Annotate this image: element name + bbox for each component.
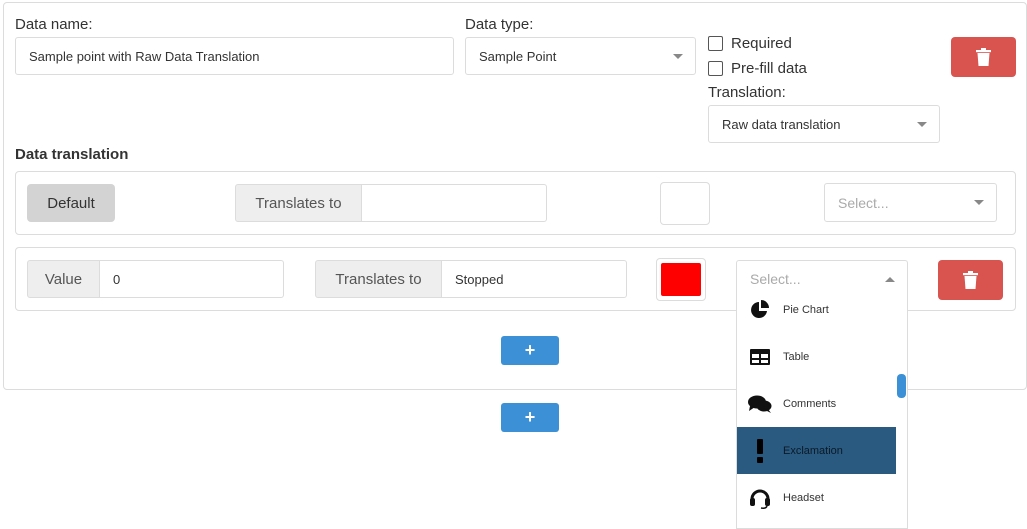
icon-option-label: Pie Chart xyxy=(783,303,829,316)
translates-to-addon: Translates to xyxy=(235,184,362,222)
icon-option-label: Comments xyxy=(783,397,837,410)
value-icon-select[interactable]: Select... xyxy=(736,260,908,298)
value-input[interactable]: 0 xyxy=(99,260,284,298)
comments-icon xyxy=(737,394,783,414)
icon-option-pie-chart[interactable]: Pie Chart xyxy=(737,296,896,333)
icon-option-comments[interactable]: Comments xyxy=(737,380,896,427)
prefill-checkbox-box[interactable] xyxy=(708,61,723,76)
headset-icon xyxy=(737,487,783,509)
chevron-down-icon xyxy=(673,53,683,59)
dropdown-scrollbar[interactable] xyxy=(897,374,906,398)
data-name-input[interactable]: Sample point with Raw Data Translation xyxy=(15,37,454,75)
trash-icon xyxy=(976,48,991,66)
exclamation-icon xyxy=(737,438,783,463)
required-label: Required xyxy=(731,35,792,52)
data-type-select[interactable]: Sample Point xyxy=(465,37,696,75)
data-translation-heading: Data translation xyxy=(15,146,129,163)
table-icon xyxy=(737,348,783,365)
translation-value: Raw data translation xyxy=(722,116,841,132)
delete-data-point-button[interactable] xyxy=(951,37,1016,77)
prefill-label: Pre-fill data xyxy=(731,60,807,77)
value-input-value: 0 xyxy=(113,271,121,287)
trash-icon xyxy=(963,271,978,289)
icon-option-exclamation[interactable]: Exclamation xyxy=(737,427,896,474)
icon-option-label: Exclamation xyxy=(783,444,843,457)
default-translates-input[interactable] xyxy=(361,184,547,222)
default-button[interactable]: Default xyxy=(27,184,115,222)
default-icon-placeholder: Select... xyxy=(838,194,889,211)
pie-chart-icon xyxy=(737,299,783,320)
data-name-value: Sample point with Raw Data Translation xyxy=(29,48,260,64)
icon-option-headset[interactable]: Headset xyxy=(737,474,896,521)
color-swatch-fill xyxy=(661,263,701,296)
icon-option-label: Table xyxy=(783,350,810,363)
add-data-point-button[interactable]: + xyxy=(501,403,559,432)
value-translates-input[interactable]: Stopped xyxy=(441,260,627,298)
icon-dropdown-menu[interactable]: Pie Chart Table Comments Exclamation Hea… xyxy=(736,296,908,529)
chevron-up-icon xyxy=(885,276,895,282)
translation-select[interactable]: Raw data translation xyxy=(708,105,940,143)
default-icon-select[interactable]: Select... xyxy=(824,183,997,222)
value-icon-placeholder: Select... xyxy=(750,271,801,287)
data-type-label: Data type: xyxy=(465,16,534,33)
prefill-checkbox[interactable]: Pre-fill data xyxy=(708,60,807,77)
required-checkbox[interactable]: Required xyxy=(708,35,792,52)
default-color-swatch[interactable] xyxy=(660,182,710,225)
value-translates-value: Stopped xyxy=(455,271,504,287)
icon-option-label: Headset xyxy=(783,491,824,504)
value-color-swatch[interactable] xyxy=(656,258,706,301)
add-translation-button[interactable]: + xyxy=(501,336,559,365)
icon-option-table[interactable]: Table xyxy=(737,333,896,380)
value-addon: Value xyxy=(27,260,100,298)
chevron-down-icon xyxy=(917,121,927,127)
data-type-value: Sample Point xyxy=(479,48,557,64)
delete-translation-button[interactable] xyxy=(938,260,1003,300)
data-name-label: Data name: xyxy=(15,16,93,33)
translation-label: Translation: xyxy=(708,84,786,101)
translates-to-addon: Translates to xyxy=(315,260,442,298)
required-checkbox-box[interactable] xyxy=(708,36,723,51)
chevron-down-icon xyxy=(974,200,984,205)
